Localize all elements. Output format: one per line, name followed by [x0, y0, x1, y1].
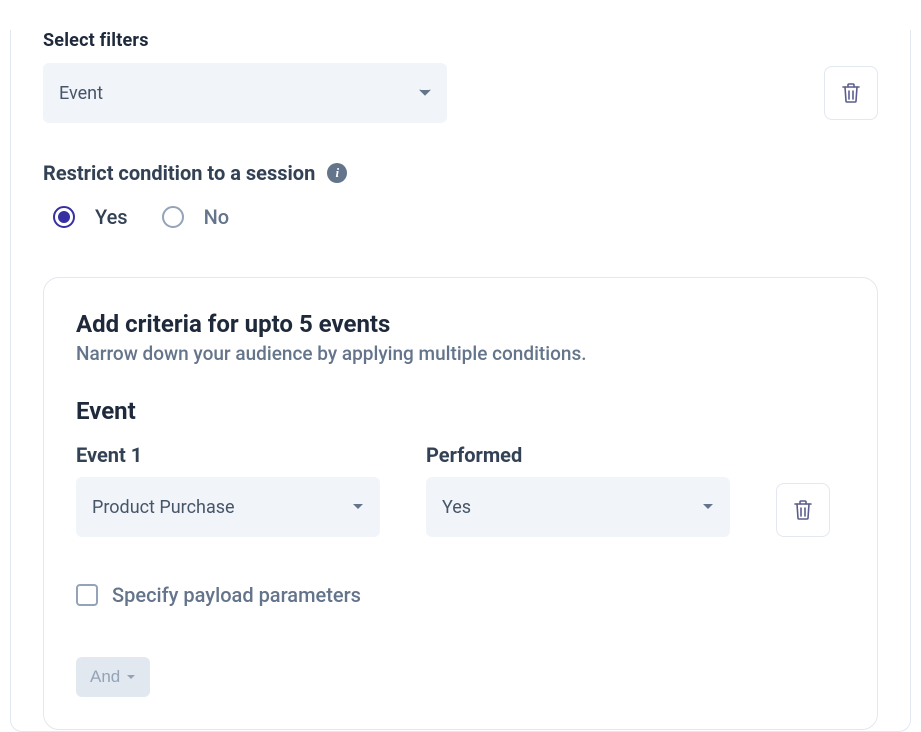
info-icon[interactable]: i	[327, 163, 347, 183]
chevron-down-icon	[419, 89, 431, 97]
filter-panel: Select filters Event Restrict condition …	[10, 30, 911, 732]
select-filters-label: Select filters	[43, 30, 878, 51]
event1-label: Event 1	[76, 443, 380, 467]
restrict-radio-no[interactable]: No	[162, 205, 230, 229]
delete-filter-button[interactable]	[824, 66, 878, 120]
restrict-label: Restrict condition to a session	[43, 161, 315, 185]
payload-checkbox-row: Specify payload parameters	[76, 583, 845, 607]
delete-event-button[interactable]	[776, 483, 830, 537]
restrict-label-row: Restrict condition to a session i	[43, 161, 878, 185]
radio-selected-icon	[53, 206, 75, 228]
performed-field-group: Performed Yes	[426, 443, 730, 537]
and-button-label: And	[90, 667, 120, 687]
trash-icon	[794, 500, 812, 520]
restrict-radio-group: Yes No	[43, 205, 878, 229]
event-fields-row: Event 1 Product Purchase Performed Yes	[76, 443, 845, 537]
event1-dropdown[interactable]: Product Purchase	[76, 477, 380, 537]
radio-unselected-icon	[162, 206, 184, 228]
and-condition-button[interactable]: And	[76, 657, 150, 697]
performed-value: Yes	[442, 497, 471, 518]
restrict-radio-yes[interactable]: Yes	[53, 205, 128, 229]
chevron-down-icon	[126, 674, 136, 680]
performed-dropdown[interactable]: Yes	[426, 477, 730, 537]
filter-type-dropdown[interactable]: Event	[43, 63, 447, 123]
restrict-no-label: No	[204, 205, 230, 229]
restrict-yes-label: Yes	[95, 205, 128, 229]
criteria-card: Add criteria for upto 5 events Narrow do…	[43, 277, 878, 730]
payload-checkbox[interactable]	[76, 584, 98, 606]
chevron-down-icon	[702, 503, 714, 511]
payload-checkbox-label: Specify payload parameters	[112, 583, 361, 607]
filter-type-value: Event	[59, 83, 103, 104]
performed-label: Performed	[426, 443, 730, 467]
event1-field-group: Event 1 Product Purchase	[76, 443, 380, 537]
criteria-title: Add criteria for upto 5 events	[76, 310, 845, 338]
event1-value: Product Purchase	[92, 497, 235, 518]
trash-icon	[842, 83, 860, 103]
event-heading: Event	[76, 397, 845, 425]
criteria-subtitle: Narrow down your audience by applying mu…	[76, 342, 845, 365]
chevron-down-icon	[352, 503, 364, 511]
filter-row: Event	[43, 63, 878, 123]
